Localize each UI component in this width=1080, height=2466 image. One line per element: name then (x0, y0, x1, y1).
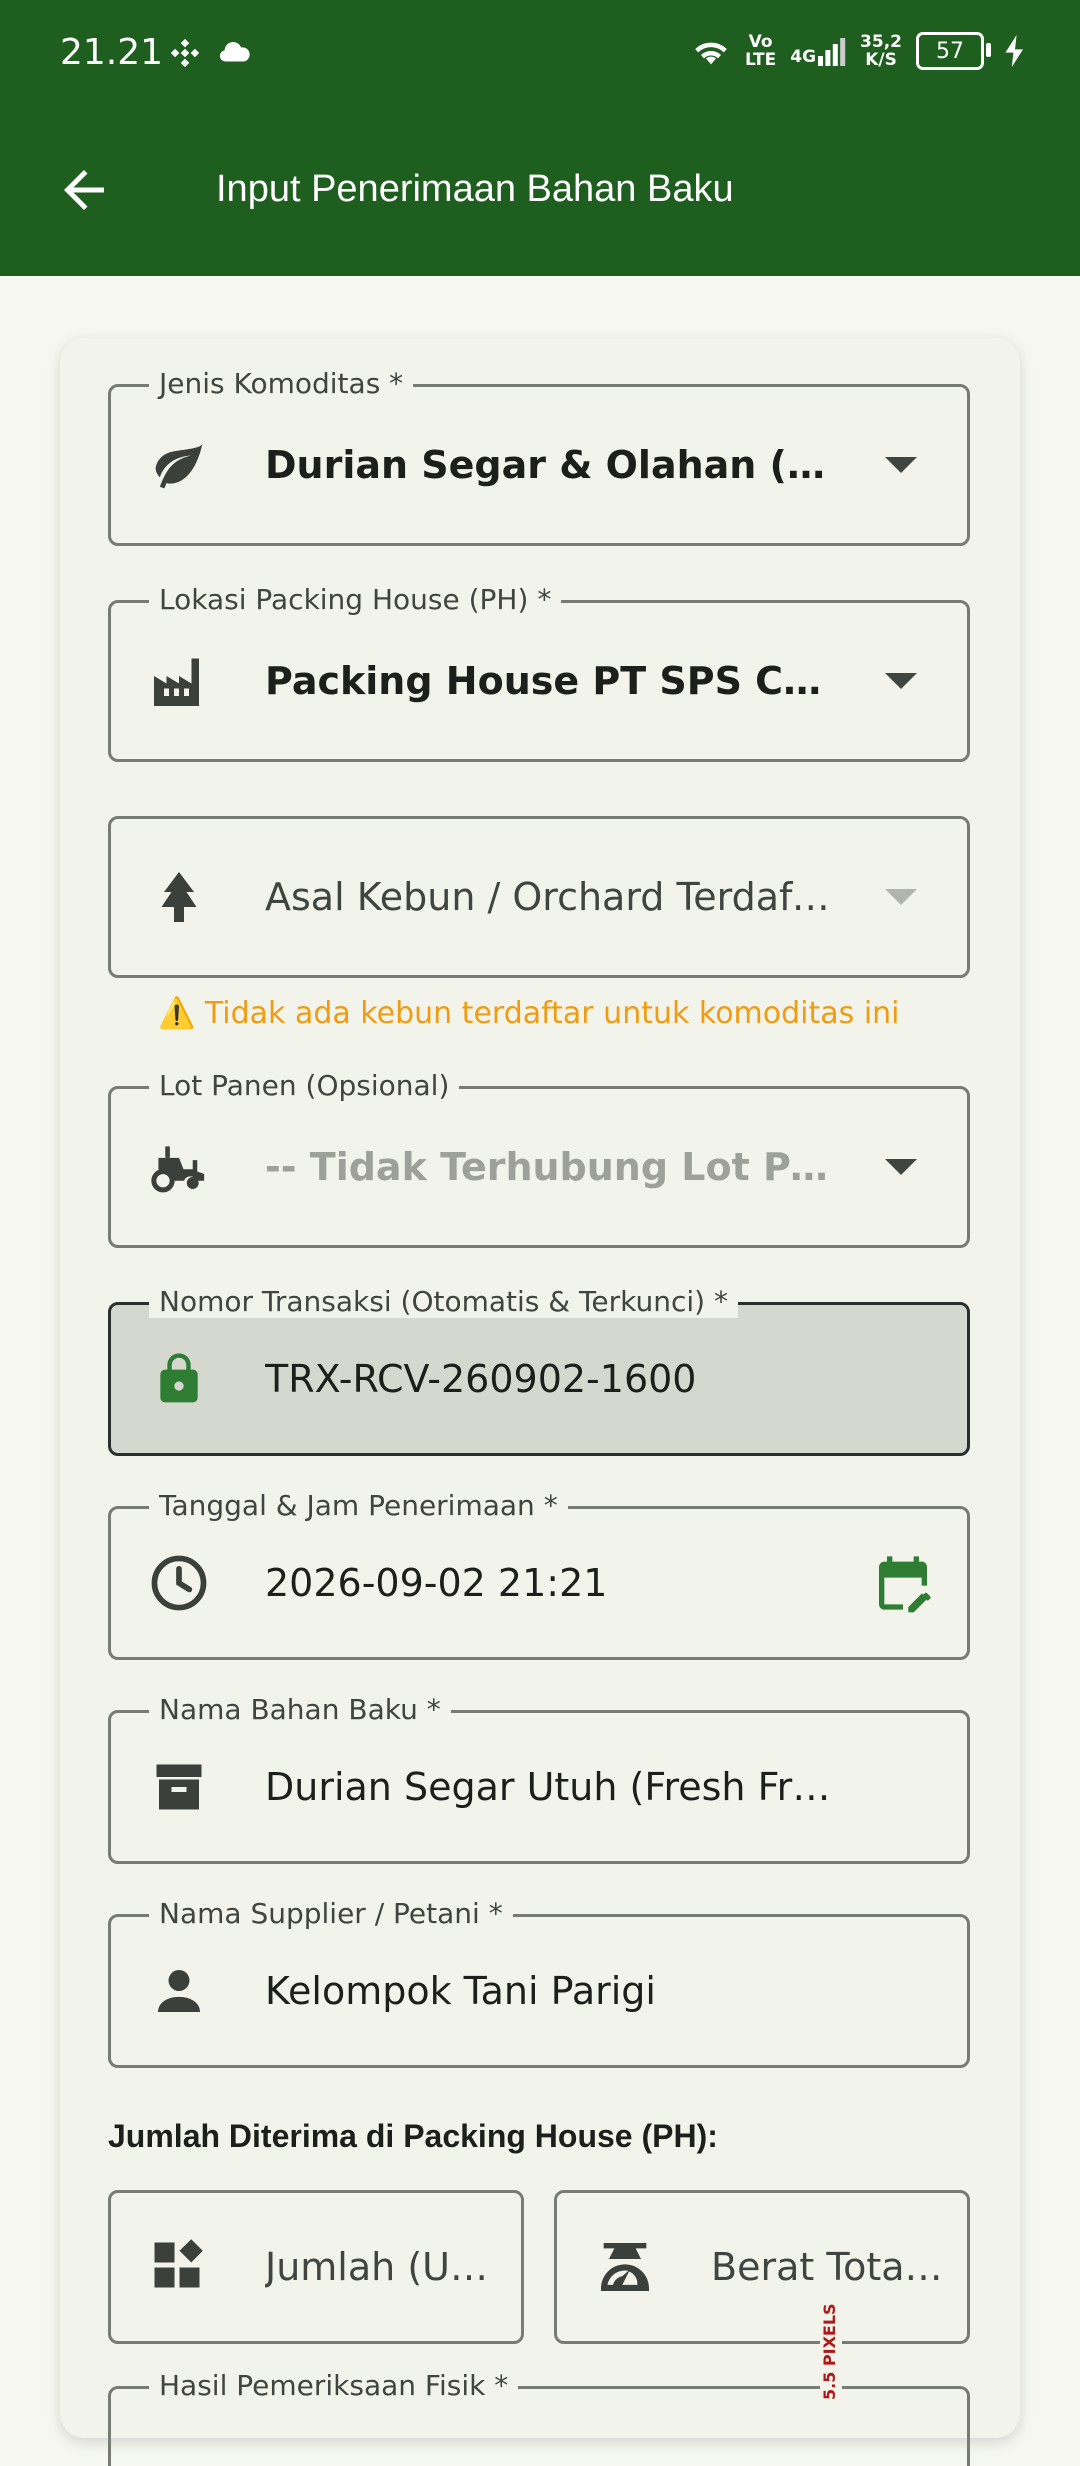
signal-icon: 4G (790, 36, 846, 66)
status-time: 21.21 (60, 32, 164, 73)
person-icon (147, 1959, 211, 2023)
chevron-down-icon (885, 889, 917, 905)
bahan-label: Nama Bahan Baku * (149, 1693, 451, 1726)
pemeriksaan-label: Hasil Pemeriksaan Fisik * (149, 2369, 519, 2402)
lot-label: Lot Panen (Opsional) (149, 1069, 460, 1102)
chevron-down-icon (885, 457, 917, 473)
kebun-value: Asal Kebun / Orchard Terdaftar (265, 875, 837, 919)
tractor-icon (147, 1135, 211, 1199)
lokasi-label: Lokasi Packing House (PH) * (149, 583, 562, 616)
archive-icon (147, 1755, 211, 1819)
tanggal-label: Tanggal & Jam Penerimaan * (149, 1489, 568, 1522)
scale-icon (593, 2235, 657, 2299)
tanggal-field[interactable]: Tanggal & Jam Penerimaan * 2026-09-02 21… (108, 1489, 970, 1660)
berat-input[interactable]: Berat Total (Kg) (554, 2190, 970, 2344)
calendar-edit-icon[interactable] (871, 1551, 935, 1615)
jumlah-section-title: Jumlah Diterima di Packing House (PH): (108, 2118, 718, 2154)
jumlah-input[interactable]: Jumlah (Unit) (108, 2190, 524, 2344)
chevron-down-icon (885, 1159, 917, 1175)
volte-indicator: Vo LTE (745, 32, 777, 70)
lokasi-dropdown[interactable]: Lokasi Packing House (PH) * Packing Hous… (108, 583, 970, 762)
lot-dropdown[interactable]: Lot Panen (Opsional) -- Tidak Terhubung … (108, 1069, 970, 1248)
notification-icons (168, 36, 252, 70)
jumlah-placeholder: Jumlah (Unit) (265, 2245, 501, 2289)
battery-indicator: 57 (916, 32, 991, 70)
tree-icon (147, 865, 211, 929)
clock-icon (147, 1551, 211, 1615)
charging-icon (1005, 35, 1023, 67)
kebun-warning: ⚠️ Tidak ada kebun terdaftar untuk komod… (158, 996, 900, 1031)
form-card: Jenis Komoditas * Durian Segar & Olahan … (60, 338, 1020, 2466)
cloud-icon (219, 42, 250, 62)
chevron-down-icon (885, 673, 917, 689)
supplier-label: Nama Supplier / Petani * (149, 1897, 513, 1930)
bahan-baku-field[interactable]: Nama Bahan Baku * Durian Segar Utuh (Fre… (108, 1693, 970, 1864)
komoditas-label: Jenis Komoditas * (149, 367, 414, 400)
kebun-dropdown[interactable]: Asal Kebun / Orchard Terdaftar (108, 816, 970, 978)
berat-placeholder: Berat Total (Kg) (711, 2245, 947, 2289)
nomor-label: Nomor Transaksi (Otomatis & Terkunci) * (149, 1285, 738, 1318)
network-speed: 35,2 K/S (860, 32, 902, 70)
wifi-icon (695, 42, 727, 65)
nomor-transaksi-field: Nomor Transaksi (Otomatis & Terkunci) * … (108, 1285, 970, 1456)
bahan-value: Durian Segar Utuh (Fresh Fruit) (265, 1765, 837, 1809)
tanggal-value: 2026-09-02 21:21 (265, 1561, 608, 1605)
lock-icon (147, 1347, 211, 1411)
nomor-value: TRX-RCV-260902-1600 (265, 1357, 697, 1401)
lokasi-value: Packing House PT SPS Central (265, 659, 837, 703)
app-notification-icon (170, 38, 200, 68)
komoditas-dropdown[interactable]: Jenis Komoditas * Durian Segar & Olahan … (108, 367, 970, 546)
top-app-bar: 21.21 Vo LTE 4G 35,2 K/S 57 Input Peneri… (0, 0, 1080, 276)
supplier-value: Kelompok Tani Parigi (265, 1969, 656, 2013)
komoditas-value: Durian Segar & Olahan (DURIAN) (265, 443, 837, 487)
leaf-icon (147, 433, 211, 497)
back-arrow-icon[interactable] (54, 160, 114, 220)
status-indicators: Vo LTE 4G 35,2 K/S 57 (691, 32, 1026, 70)
factory-icon (147, 649, 211, 713)
widgets-icon (147, 2235, 211, 2299)
lot-value: -- Tidak Terhubung Lot Panen (265, 1145, 837, 1189)
page-title: Input Penerimaan Bahan Baku (216, 168, 734, 210)
debug-overlay-label: 5.5 PIXELS (820, 2290, 842, 2400)
supplier-field[interactable]: Nama Supplier / Petani * Kelompok Tani P… (108, 1897, 970, 2068)
